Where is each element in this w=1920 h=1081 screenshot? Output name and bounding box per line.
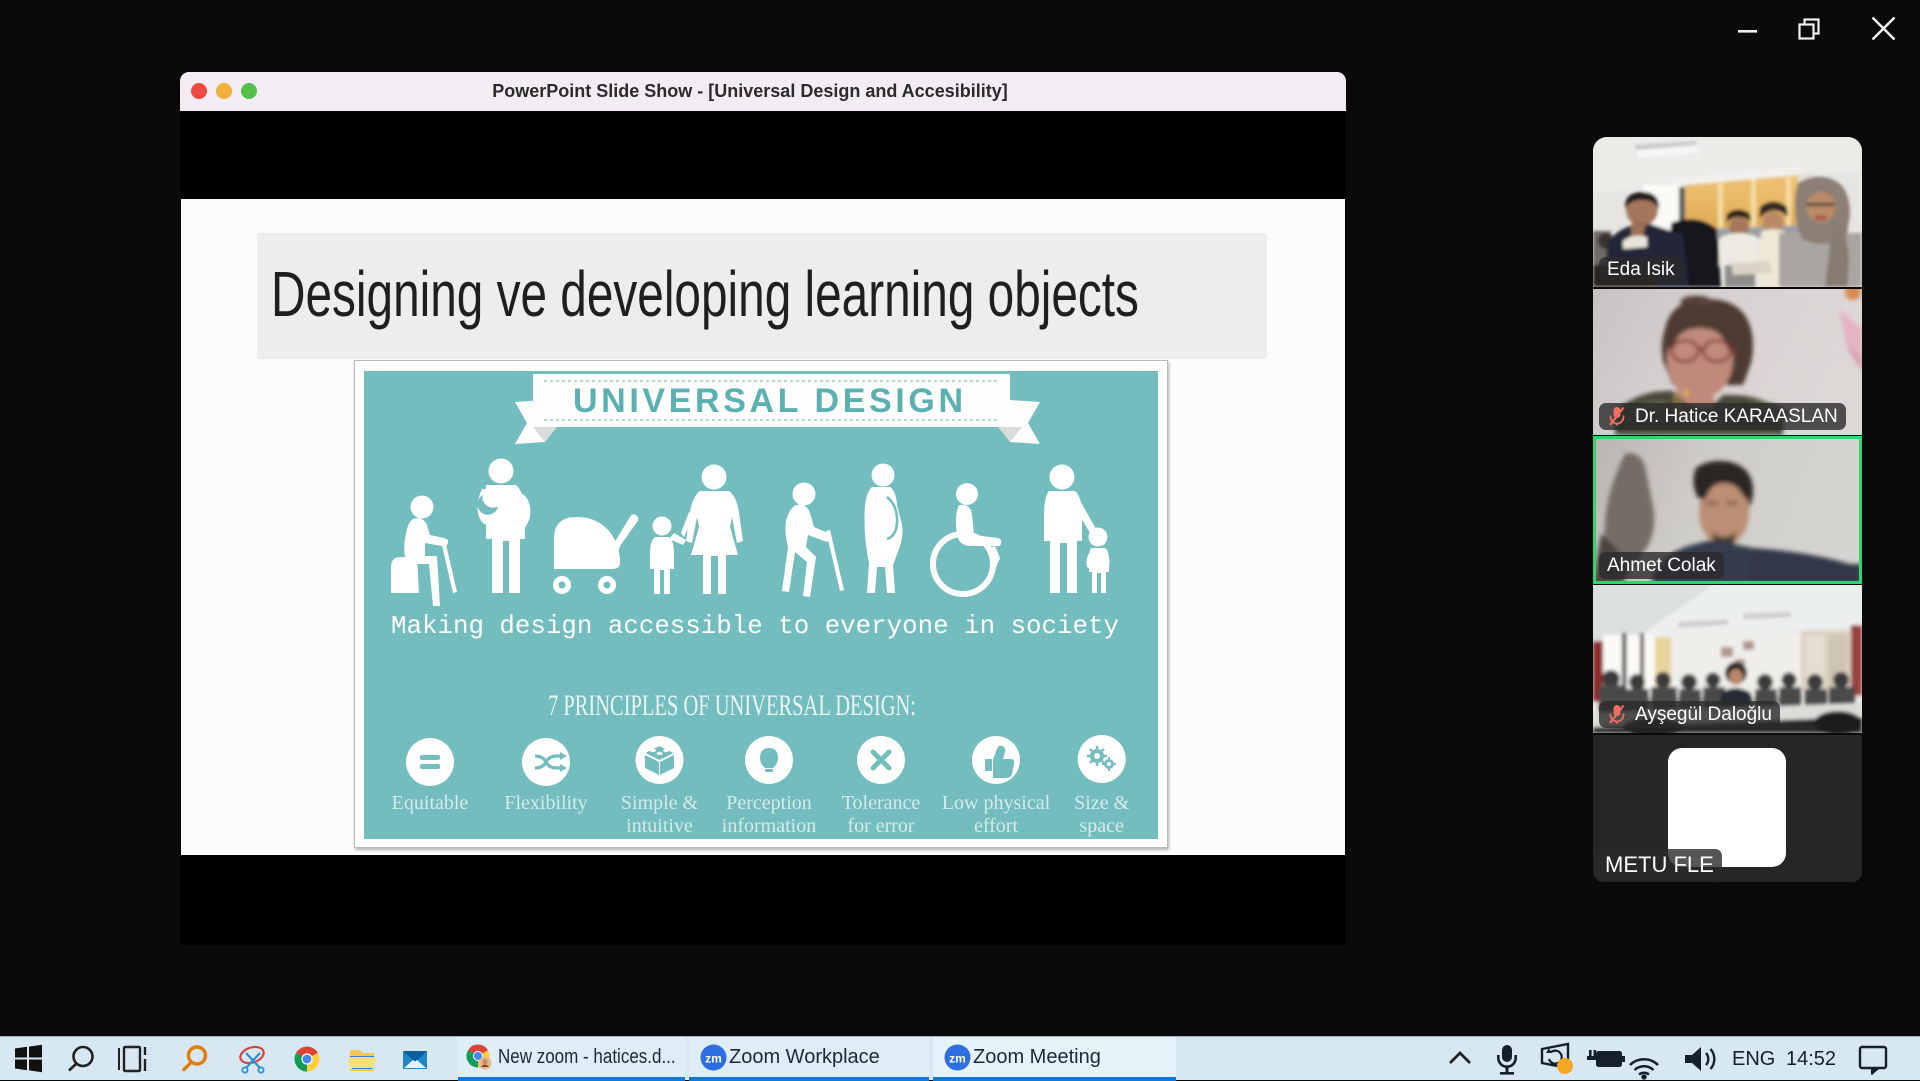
svg-text:UNIVERSAL DESIGN: UNIVERSAL DESIGN <box>573 382 971 420</box>
svg-text:information: information <box>722 815 816 837</box>
svg-text:Equitable: Equitable <box>392 792 469 814</box>
svg-text:Tolerance: Tolerance <box>842 792 921 814</box>
svg-text:Simple &: Simple & <box>621 792 699 814</box>
svg-text:Flexibility: Flexibility <box>504 792 587 814</box>
svg-text:Perception: Perception <box>726 792 812 814</box>
svg-text:zm: zm <box>705 1052 722 1066</box>
svg-text:intuitive: intuitive <box>626 815 693 837</box>
svg-text:Low physical: Low physical <box>942 792 1051 814</box>
svg-text:7 PRINCIPLES OF UNIVERSAL DESI: 7 PRINCIPLES OF UNIVERSAL DESIGN: <box>548 689 916 722</box>
svg-text:Making design accessible to ev: Making design accessible to everyone in … <box>391 611 1119 641</box>
svg-text:Size &: Size & <box>1074 792 1129 814</box>
svg-text:for error: for error <box>847 815 915 837</box>
svg-text:zm: zm <box>949 1052 966 1066</box>
svg-text:space: space <box>1079 815 1124 837</box>
svg-text:effort: effort <box>974 815 1018 837</box>
